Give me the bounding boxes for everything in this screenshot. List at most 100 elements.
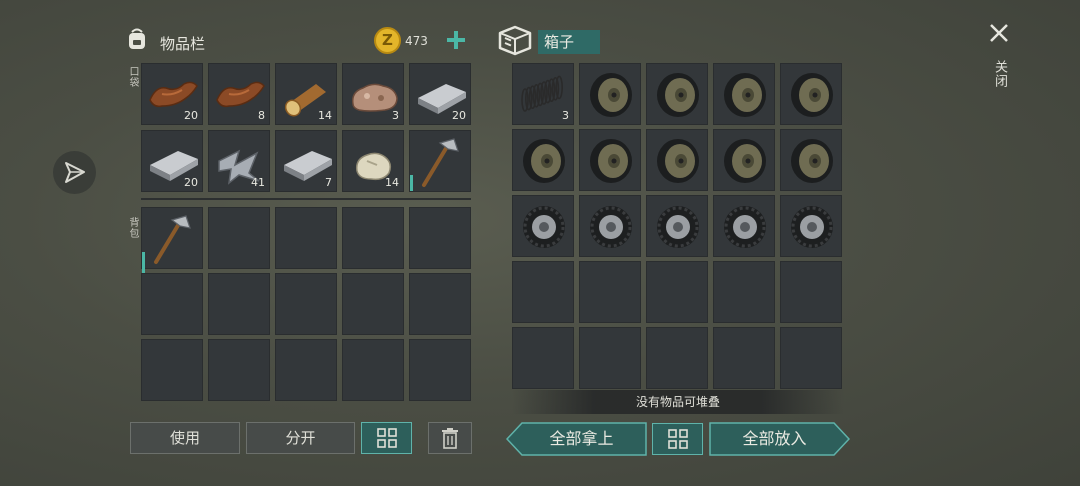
inventory-slot[interactable] [141, 339, 203, 401]
inventory-slot[interactable] [780, 129, 842, 191]
item-quantity: 3 [562, 109, 569, 122]
inventory-slot[interactable]: 8 [208, 63, 270, 125]
put-all-label: 全部放入 [742, 429, 807, 448]
inventory-slot[interactable] [780, 63, 842, 125]
backpack-icon [129, 28, 145, 49]
wheel-icon [590, 73, 632, 117]
add-coins-button[interactable] [444, 28, 468, 52]
inventory-slot[interactable] [512, 327, 574, 389]
wheel-icon [724, 139, 766, 183]
inventory-slot[interactable]: 20 [141, 130, 203, 192]
wheel-icon [590, 139, 632, 183]
close-label: 关闭 [992, 60, 1007, 88]
close-button[interactable]: 关闭 [984, 20, 1014, 100]
inventory-slot[interactable] [141, 207, 203, 314]
put-all-button[interactable]: 全部放入 [709, 422, 850, 456]
inventory-slot[interactable]: 14 [342, 130, 404, 192]
sort-box-button[interactable] [652, 423, 703, 455]
inventory-slot[interactable] [512, 195, 574, 257]
use-button[interactable]: 使用 [130, 422, 240, 454]
inventory-slot[interactable] [646, 327, 708, 389]
wheel-icon [657, 73, 699, 117]
tire-icon [724, 206, 766, 248]
inventory-slot[interactable] [713, 129, 775, 191]
inventory-slot[interactable] [579, 195, 641, 257]
trash-button[interactable] [428, 422, 472, 454]
item-quantity: 14 [385, 176, 399, 189]
inventory-slot[interactable]: 14 [275, 63, 337, 125]
item-quantity: 20 [184, 176, 198, 189]
inventory-slot[interactable]: 3 [342, 63, 404, 125]
equipped-marker [410, 175, 413, 191]
inventory-slot[interactable] [579, 327, 641, 389]
inventory-slot[interactable] [780, 327, 842, 389]
inventory-slot[interactable] [409, 339, 471, 401]
inventory-slot[interactable]: 41 [208, 130, 270, 192]
box-title: 箱子 [538, 30, 600, 54]
inventory-slot[interactable] [579, 63, 641, 125]
inventory-slot[interactable] [579, 129, 641, 191]
inventory-slot[interactable] [208, 207, 270, 269]
take-all-button[interactable]: 全部拿上 [506, 422, 647, 456]
inventory-slot[interactable] [275, 339, 337, 401]
inventory-slot[interactable] [512, 129, 574, 191]
sort-inventory-button[interactable] [361, 422, 412, 454]
inventory-slot[interactable] [579, 261, 641, 323]
inventory-slot[interactable] [275, 273, 337, 335]
pocket-divider [141, 198, 471, 200]
item-quantity: 3 [392, 109, 399, 122]
backpack-label: 背包 [127, 217, 138, 239]
item-quantity: 7 [325, 176, 332, 189]
inventory-slot[interactable] [342, 339, 404, 401]
inventory-title: 物品栏 [160, 35, 206, 53]
inventory-slot[interactable] [208, 339, 270, 401]
share-button[interactable] [53, 151, 96, 194]
inventory-slot[interactable] [342, 273, 404, 335]
inventory-slot[interactable] [409, 130, 471, 192]
inventory-slot[interactable] [208, 273, 270, 335]
item-quantity: 41 [251, 176, 265, 189]
inventory-slot[interactable] [646, 195, 708, 257]
inventory-slot[interactable] [780, 195, 842, 257]
tire-icon [657, 206, 699, 248]
item-quantity: 20 [184, 109, 198, 122]
inventory-slot[interactable] [141, 273, 203, 335]
stack-notice-bar: 没有物品可堆叠 [512, 390, 844, 414]
inventory-slot[interactable] [713, 195, 775, 257]
inventory-slot[interactable] [512, 261, 574, 323]
coin-icon: Z [374, 27, 401, 54]
take-all-label: 全部拿上 [549, 429, 614, 448]
inventory-slot[interactable] [713, 327, 775, 389]
wheel-icon [791, 73, 833, 117]
inventory-slot[interactable] [713, 63, 775, 125]
tire-icon [590, 206, 632, 248]
inventory-slot[interactable] [713, 261, 775, 323]
item-quantity: 20 [452, 109, 466, 122]
inventory-slot[interactable]: 3 [512, 63, 574, 125]
wheel-icon [657, 139, 699, 183]
inventory-slot[interactable] [342, 207, 404, 269]
inventory-slot[interactable] [646, 261, 708, 323]
hatchet-icon [154, 215, 191, 264]
wheel-icon [791, 139, 833, 183]
stack-notice: 没有物品可堆叠 [635, 395, 720, 409]
item-quantity: 8 [258, 109, 265, 122]
grid-icon [376, 428, 397, 448]
inventory-slot[interactable]: 20 [409, 63, 471, 125]
inventory-slot[interactable] [409, 273, 471, 335]
inventory-slot[interactable] [646, 63, 708, 125]
inventory-slot[interactable] [646, 129, 708, 191]
wheel-icon [523, 139, 565, 183]
split-button[interactable]: 分开 [246, 422, 355, 454]
inventory-slot[interactable] [780, 261, 842, 323]
inventory-slot[interactable] [275, 207, 337, 269]
inventory-slot[interactable]: 7 [275, 130, 337, 192]
plus-icon [447, 31, 465, 49]
trash-icon [442, 428, 458, 449]
paper-plane-icon [65, 162, 85, 183]
inventory-slot[interactable] [409, 207, 471, 269]
grid-icon [667, 429, 688, 449]
inventory-slot[interactable]: 20 [141, 63, 203, 125]
crate-icon [498, 25, 532, 56]
wheel-icon [724, 73, 766, 117]
